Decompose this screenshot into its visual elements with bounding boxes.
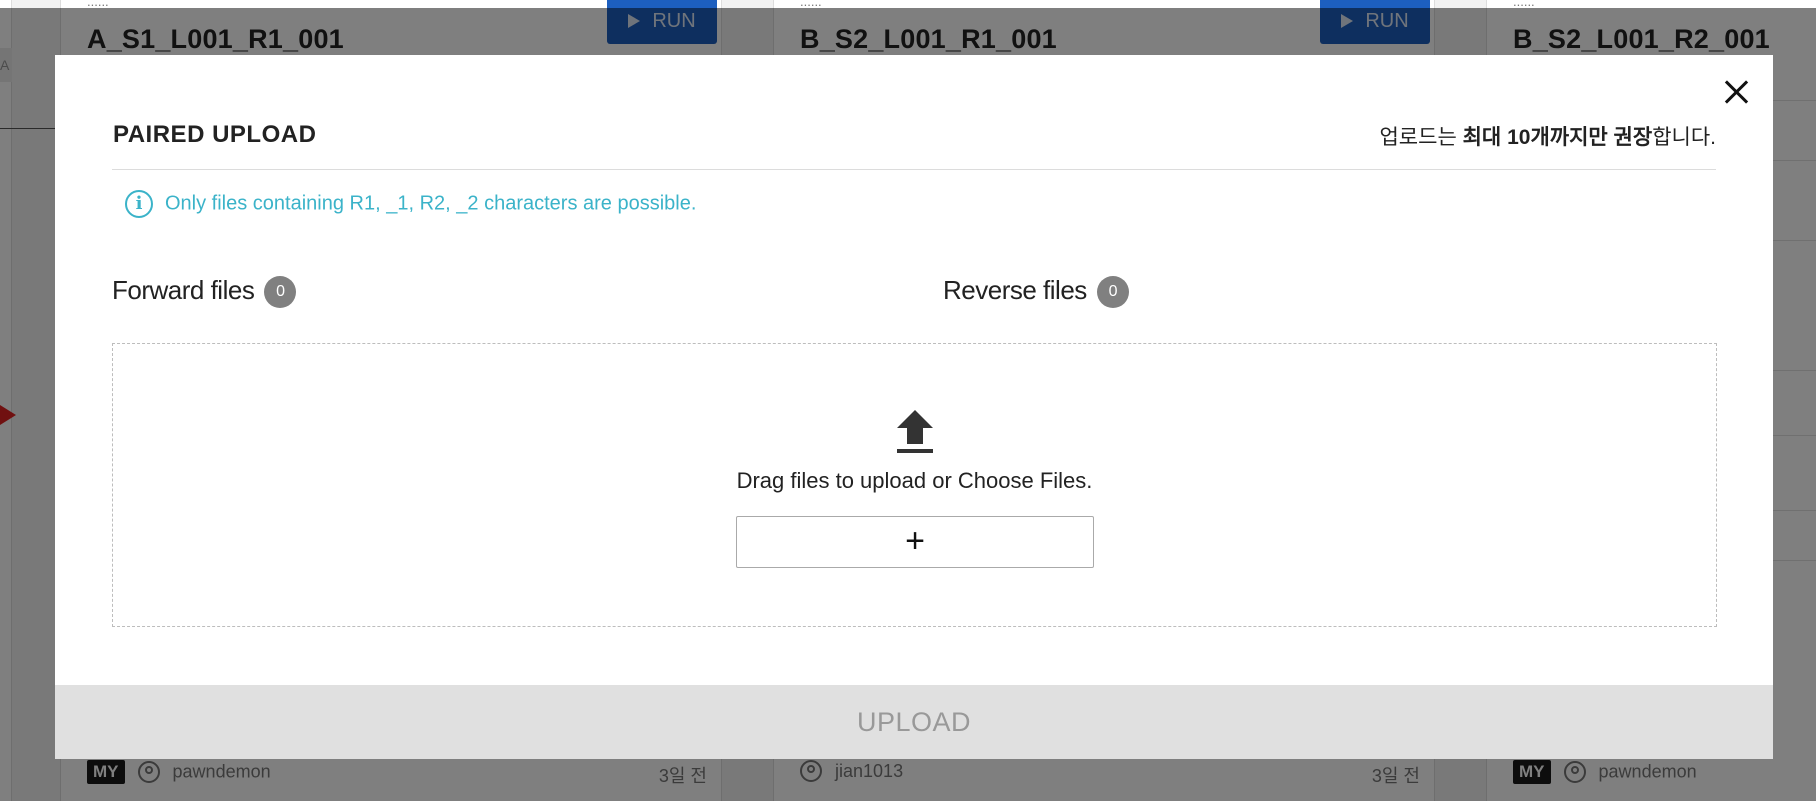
upload-arrow-stem: [907, 427, 923, 444]
info-highlight: R1, _1, R2, _2: [349, 192, 479, 215]
upload-button[interactable]: UPLOAD: [55, 685, 1773, 759]
forward-files-label: Forward files 0: [112, 275, 297, 309]
forward-files-text: Forward files: [112, 275, 255, 305]
upload-arrow-base: [897, 449, 933, 453]
upload-arrow-head: [897, 410, 933, 428]
notice-bold: 최대 10개까지만 권장: [1462, 126, 1653, 149]
forward-count-badge: 0: [264, 276, 297, 309]
info-message: i Only files containing R1, _1, R2, _2 ch…: [125, 186, 696, 220]
modal-title: PAIRED UPLOAD: [113, 121, 317, 148]
info-icon: i: [125, 189, 153, 218]
notice-suffix: 합니다.: [1652, 126, 1716, 149]
upload-icon: [895, 410, 935, 456]
info-prefix: Only files containing: [165, 192, 350, 215]
reverse-count-badge: 0: [1096, 276, 1129, 309]
reverse-files-label: Reverse files 0: [943, 275, 1129, 309]
close-icon[interactable]: [1719, 75, 1753, 109]
info-text: Only files containing R1, _1, R2, _2 cha…: [165, 193, 696, 215]
reverse-files-text: Reverse files: [943, 275, 1087, 305]
paired-upload-modal: PAIRED UPLOAD 업로드는 최대 10개까지만 권장합니다. i Onl…: [55, 55, 1773, 759]
notice-prefix: 업로드는: [1379, 126, 1463, 149]
upload-limit-notice: 업로드는 최대 10개까지만 권장합니다.: [1379, 121, 1716, 151]
header-divider: [112, 169, 1716, 170]
dropzone-text: Drag files to upload or Choose Files.: [736, 468, 1093, 493]
file-dropzone[interactable]: Drag files to upload or Choose Files. +: [112, 343, 1717, 627]
info-suffix: characters are possible.: [478, 192, 697, 215]
choose-files-button[interactable]: +: [736, 516, 1094, 568]
